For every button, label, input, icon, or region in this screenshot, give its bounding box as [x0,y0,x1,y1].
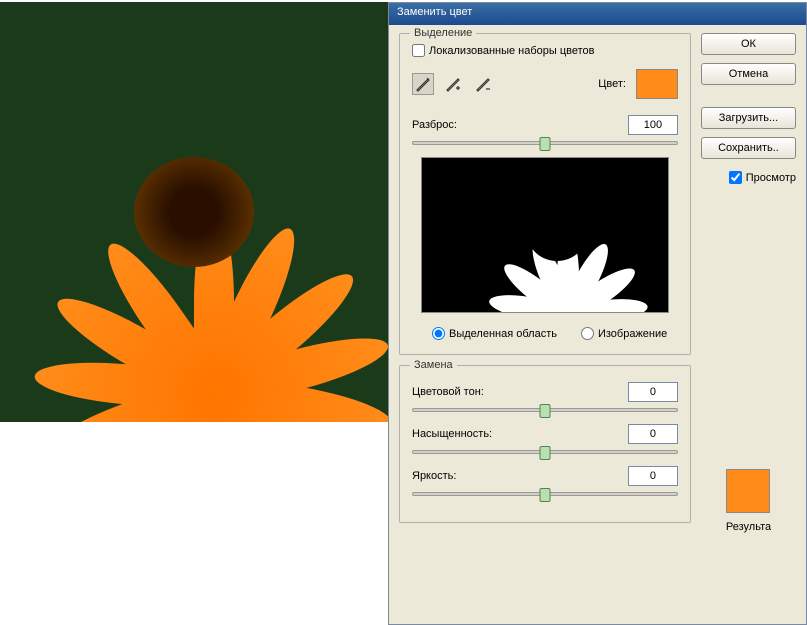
saturation-label: Насыщенность: [412,428,492,440]
preview-checkbox[interactable] [729,171,742,184]
cancel-button[interactable]: Отмена [701,63,796,85]
radio-image[interactable]: Изображение [581,327,667,340]
preview-label: Просмотр [746,172,796,184]
eyedropper-minus-icon[interactable] [472,73,494,95]
hue-slider[interactable] [412,408,678,412]
radio-selection[interactable]: Выделенная область [432,327,557,340]
result-label: Результа [726,521,771,533]
fuzziness-slider[interactable] [412,141,678,145]
selection-legend: Выделение [410,27,476,39]
saturation-input[interactable] [628,424,678,444]
localized-color-clusters-checkbox[interactable] [412,44,425,57]
background-photo [0,2,388,422]
lightness-slider[interactable] [412,492,678,496]
saturation-slider[interactable] [412,450,678,454]
ok-button[interactable]: ОК [701,33,796,55]
fuzziness-input[interactable] [628,115,678,135]
replace-color-dialog: Заменить цвет Выделение Локализованные н… [388,2,807,625]
source-color-swatch[interactable] [636,69,678,99]
localized-color-clusters-label: Локализованные наборы цветов [429,45,595,57]
lightness-input[interactable] [628,466,678,486]
lightness-label: Яркость: [412,470,456,482]
eyedropper-plus-icon[interactable] [442,73,464,95]
load-button[interactable]: Загрузить... [701,107,796,129]
color-label: Цвет: [598,78,626,90]
result-color-swatch[interactable] [726,469,770,513]
replacement-legend: Замена [410,359,457,371]
save-button[interactable]: Сохранить.. [701,137,796,159]
dialog-titlebar[interactable]: Заменить цвет [389,3,806,25]
dialog-title: Заменить цвет [397,6,472,18]
selection-fieldset: Выделение Локализованные наборы цветов [399,33,691,355]
fuzziness-label: Разброс: [412,119,457,131]
hue-label: Цветовой тон: [412,386,484,398]
selection-preview [421,157,669,313]
hue-input[interactable] [628,382,678,402]
eyedropper-icon[interactable] [412,73,434,95]
replacement-fieldset: Замена Цветовой тон: Насыщенность: [399,365,691,523]
